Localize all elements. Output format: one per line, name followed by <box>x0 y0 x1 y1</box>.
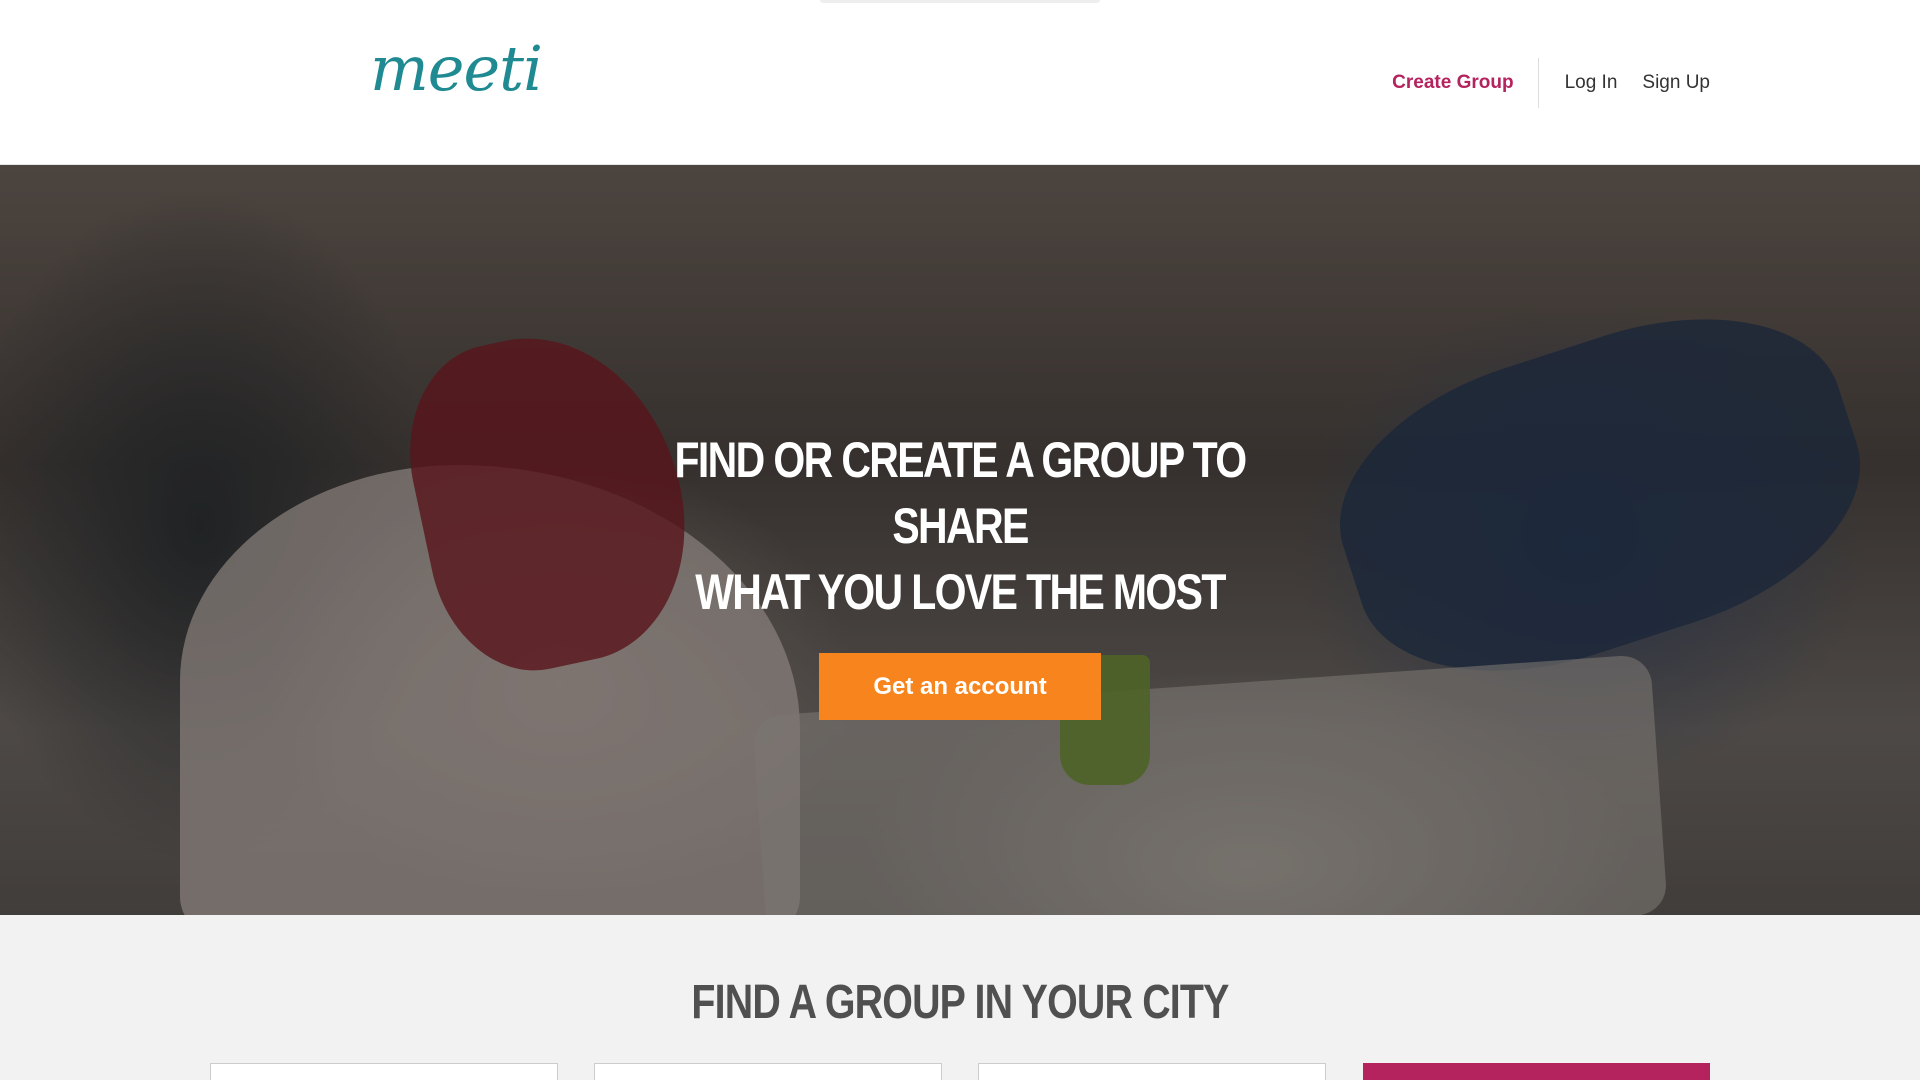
log-in-link[interactable]: Log In <box>1565 72 1618 94</box>
main-nav: Create Group Log In Sign Up <box>1392 58 1710 108</box>
create-group-link[interactable]: Create Group <box>1392 72 1513 94</box>
search-field-2[interactable] <box>594 1063 942 1080</box>
find-group-title: Find a group in your city <box>691 976 1229 1029</box>
site-logo[interactable]: meeti <box>370 32 543 105</box>
hero-title-line-1: Find or create a group to share <box>674 432 1247 554</box>
site-header: meeti Create Group Log In Sign Up <box>0 0 1920 165</box>
search-field-1[interactable] <box>210 1063 558 1080</box>
sign-up-link[interactable]: Sign Up <box>1642 72 1710 94</box>
hero-title: Find or create a group to share what you… <box>607 427 1312 625</box>
group-search-form <box>210 1063 1710 1080</box>
hero-banner: Find or create a group to share what you… <box>0 165 1920 915</box>
get-account-button[interactable]: Get an account <box>819 653 1101 720</box>
search-field-3[interactable] <box>978 1063 1326 1080</box>
search-submit-button[interactable] <box>1363 1063 1710 1080</box>
hero-title-line-2: what you love the most <box>695 564 1226 620</box>
header-top-tab <box>820 0 1100 3</box>
hero-content: Find or create a group to share what you… <box>0 165 1920 915</box>
nav-divider <box>1537 58 1539 108</box>
